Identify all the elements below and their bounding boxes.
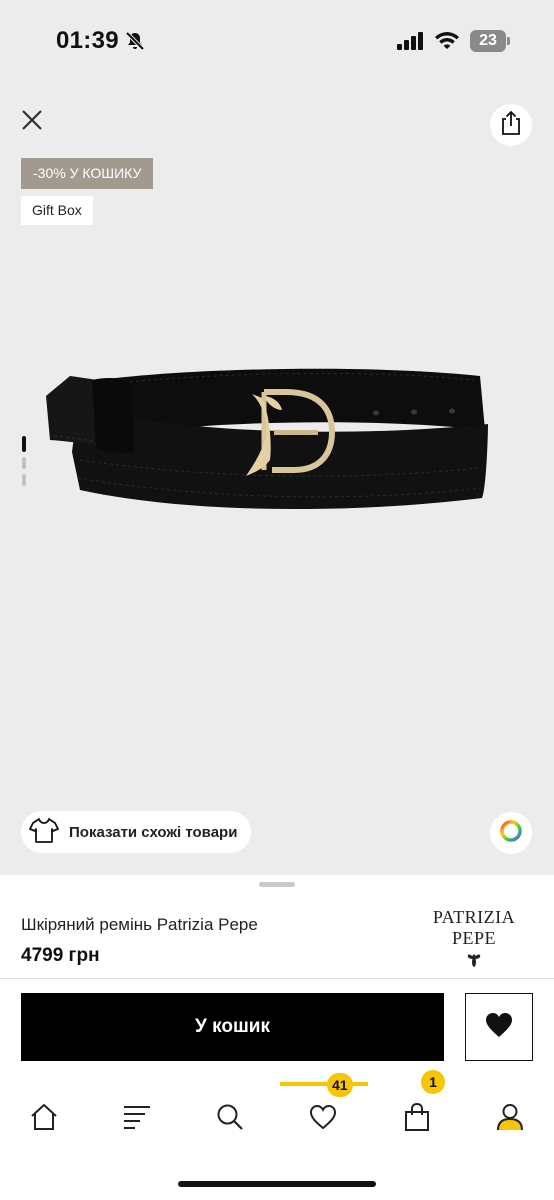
gallery-pager xyxy=(22,436,27,488)
nav-profile[interactable] xyxy=(488,1097,532,1141)
signal-icon xyxy=(397,32,425,50)
home-indicator xyxy=(178,1181,376,1187)
product-image[interactable] xyxy=(40,340,500,540)
similar-items-label: Показати схожі товари xyxy=(69,823,238,841)
nav-active-indicator xyxy=(280,1082,368,1086)
add-to-wishlist-button[interactable] xyxy=(465,993,533,1061)
status-time: 01:39 xyxy=(56,27,119,54)
nav-cart[interactable]: 1 xyxy=(395,1070,445,1141)
share-button[interactable] xyxy=(490,104,532,146)
nav-home[interactable] xyxy=(22,1097,66,1141)
similar-items-button[interactable]: Показати схожі товари xyxy=(21,811,252,853)
battery-indicator: 23 xyxy=(470,30,510,52)
fly-icon xyxy=(466,951,482,969)
product-info-sheet: Шкіряний ремінь Patrizia Pepe 4799 грн P… xyxy=(0,875,554,1200)
gallery-dot xyxy=(22,474,26,486)
gallery-dot-active xyxy=(22,436,26,452)
tshirt-icon xyxy=(29,816,59,849)
menu-icon xyxy=(123,1104,151,1135)
color-picker-button[interactable] xyxy=(490,812,532,854)
color-wheel-icon xyxy=(499,819,523,848)
discount-badge: -30% У КОШИКУ xyxy=(21,158,154,189)
home-icon xyxy=(29,1103,59,1136)
share-icon xyxy=(500,110,522,141)
sheet-handle[interactable] xyxy=(259,882,295,887)
brand-logo[interactable]: PATRIZIA PEPE xyxy=(414,907,534,967)
close-button[interactable] xyxy=(14,104,50,140)
battery-level: 23 xyxy=(470,30,506,52)
cart-count-badge: 1 xyxy=(421,1070,445,1094)
nav-catalog[interactable] xyxy=(115,1097,159,1141)
close-icon xyxy=(21,109,43,136)
wifi-icon xyxy=(434,30,460,50)
battery-tip xyxy=(507,37,510,45)
product-price: 4799 грн xyxy=(21,945,100,966)
brand-logo-text: PATRIZIA PEPE xyxy=(432,907,516,948)
add-to-cart-button[interactable]: У кошик xyxy=(21,993,444,1061)
product-hero: 01:39 23 -30% У КОШИКУ Gift Box Показати… xyxy=(0,0,554,878)
heart-filled-icon xyxy=(485,1012,513,1043)
profile-icon xyxy=(496,1103,524,1136)
nav-wishlist[interactable]: 41 xyxy=(301,1073,353,1141)
gift-box-badge: Gift Box xyxy=(21,196,93,225)
status-bar: 01:39 23 xyxy=(0,0,554,84)
bell-off-icon xyxy=(124,30,146,52)
divider xyxy=(0,978,554,979)
product-name: Шкіряний ремінь Patrizia Pepe xyxy=(21,915,258,934)
search-icon xyxy=(216,1103,244,1136)
nav-search[interactable] xyxy=(208,1097,252,1141)
heart-icon xyxy=(309,1104,337,1135)
wishlist-count-badge: 41 xyxy=(327,1073,353,1097)
gallery-dot xyxy=(22,457,26,469)
bag-icon xyxy=(404,1102,430,1136)
